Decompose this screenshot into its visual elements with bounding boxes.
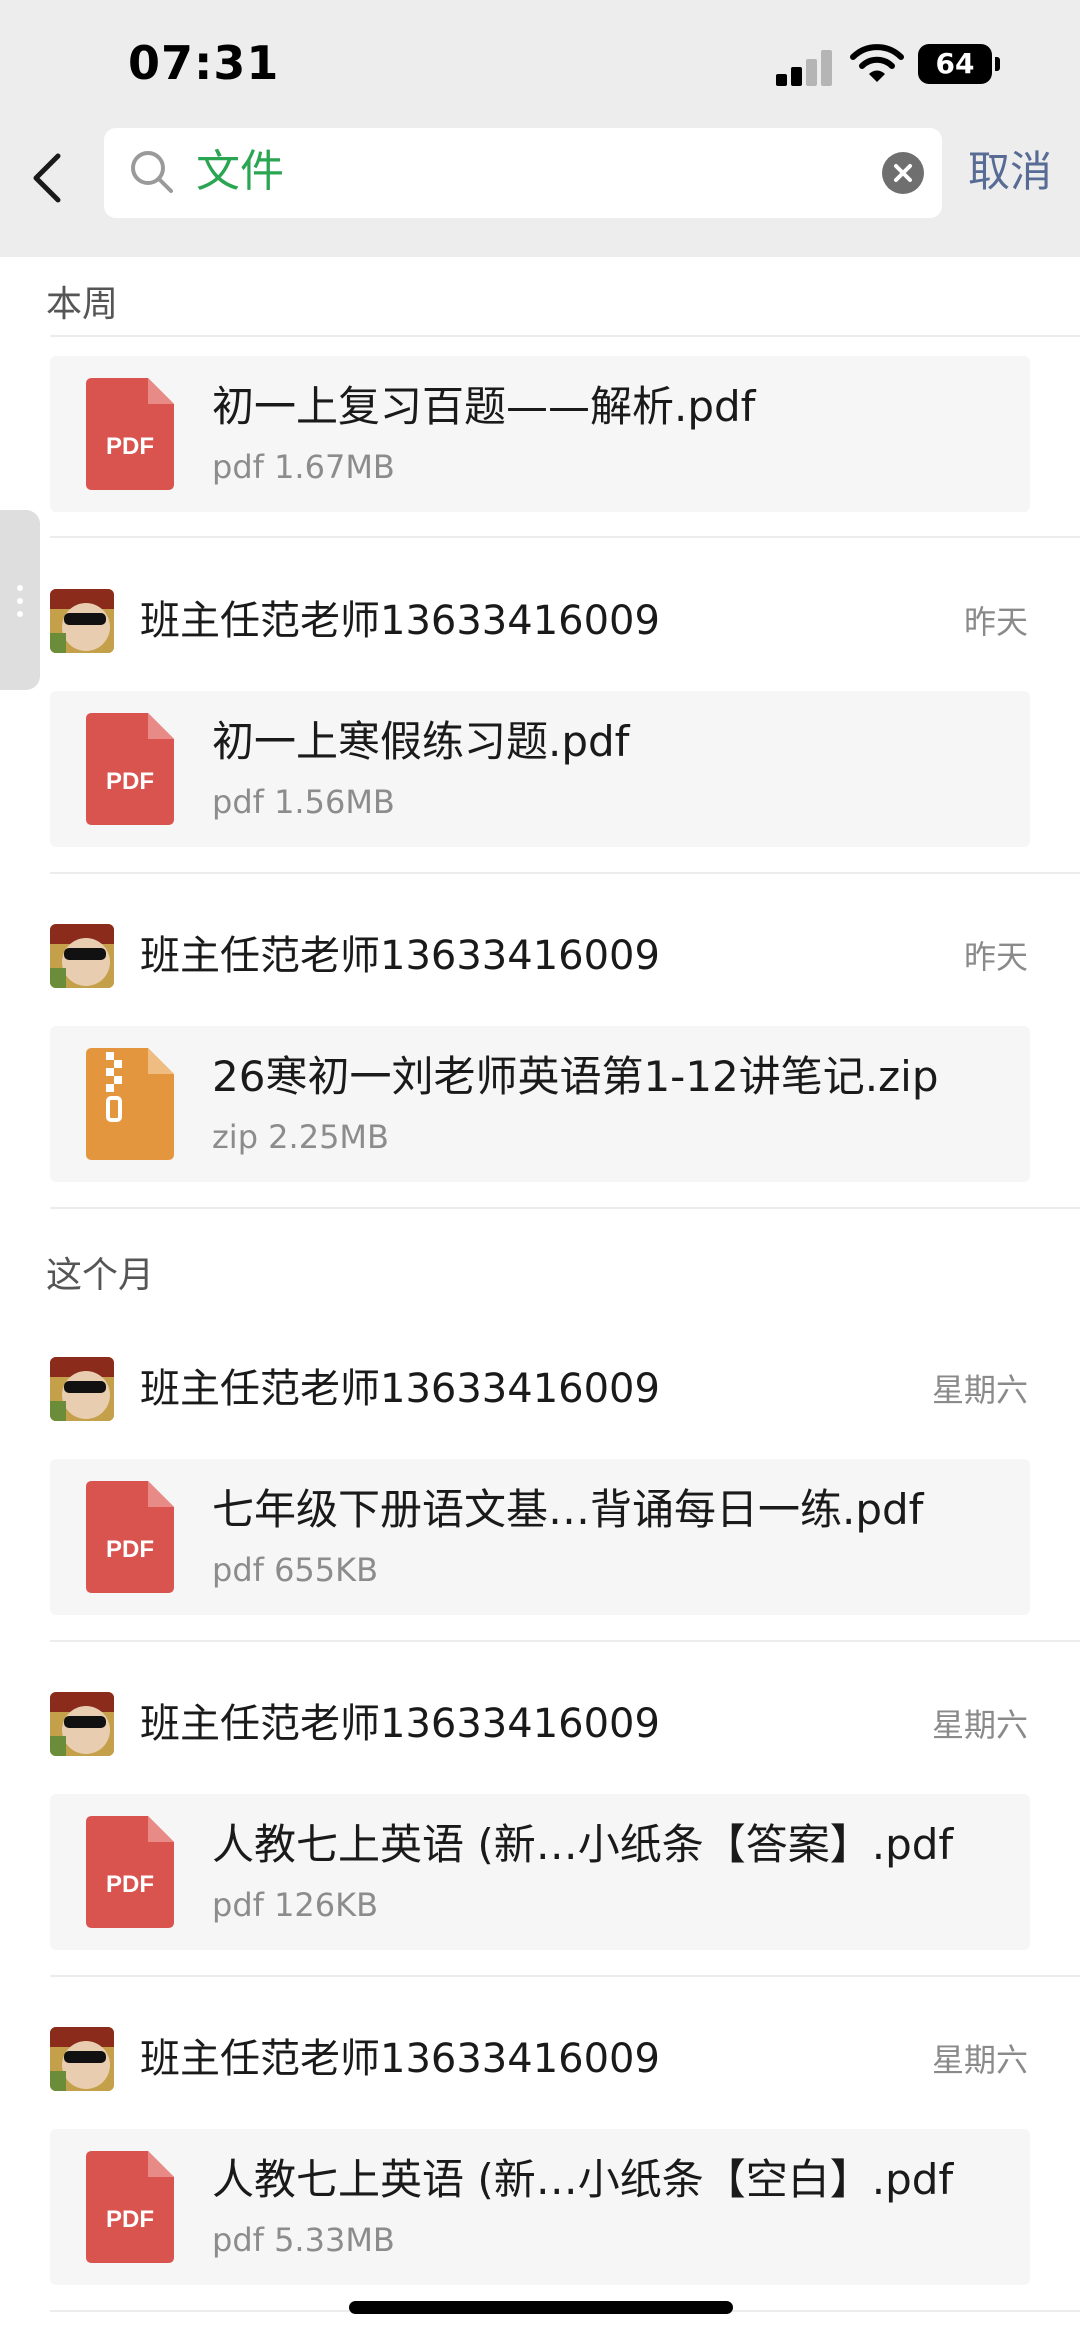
sender-name: 班主任范老师13633416009 xyxy=(140,933,660,979)
sender-time: 星期六 xyxy=(931,1706,1028,1744)
divider xyxy=(50,872,1080,874)
side-drawer-handle[interactable] xyxy=(0,510,40,690)
file-name: 人教七上英语 (新…小纸条【答案】.pdf xyxy=(212,1820,954,1869)
sender-time: 昨天 xyxy=(963,938,1028,976)
pdf-file-icon: PDF xyxy=(86,713,174,825)
search-icon xyxy=(131,151,173,193)
file-meta: pdf 1.56MB xyxy=(212,783,395,821)
status-time: 07:31 xyxy=(128,36,280,90)
file-card[interactable]: PDF 初一上寒假练习题.pdf pdf 1.56MB xyxy=(50,691,1030,847)
divider xyxy=(50,1207,1080,1209)
file-name: 初一上复习百题——解析.pdf xyxy=(212,382,756,431)
sender-time: 星期六 xyxy=(931,1371,1028,1409)
sender-row[interactable]: 班主任范老师13633416009 星期六 xyxy=(0,2014,1080,2104)
file-card[interactable]: PDF 初一上复习百题——解析.pdf pdf 1.67MB xyxy=(50,356,1030,512)
file-meta: zip 2.25MB xyxy=(212,1118,389,1156)
chevron-left-icon[interactable] xyxy=(18,142,76,214)
svg-text:PDF: PDF xyxy=(106,1871,154,1898)
sender-name: 班主任范老师13633416009 xyxy=(140,598,660,644)
battery-indicator: 64 xyxy=(918,44,1000,84)
file-card[interactable]: PDF 人教七上英语 (新…小纸条【空白】.pdf pdf 5.33MB xyxy=(50,2129,1030,2285)
file-card[interactable]: PDF 七年级下册语文基…背诵每日一练.pdf pdf 655KB xyxy=(50,1459,1030,1615)
avatar xyxy=(50,2027,114,2091)
file-meta: pdf 5.33MB xyxy=(212,2221,395,2259)
battery-level: 64 xyxy=(918,44,992,84)
search-query: 文件 xyxy=(196,146,284,197)
svg-text:PDF: PDF xyxy=(106,768,154,795)
sender-name: 班主任范老师13633416009 xyxy=(140,1701,660,1747)
file-name: 七年级下册语文基…背诵每日一练.pdf xyxy=(212,1485,924,1534)
sender-name: 班主任范老师13633416009 xyxy=(140,2036,660,2082)
wifi-icon xyxy=(850,44,904,82)
avatar xyxy=(50,589,114,653)
pdf-file-icon: PDF xyxy=(86,1481,174,1593)
file-card[interactable]: 26寒初一刘老师英语第1-12讲笔记.zip zip 2.25MB xyxy=(50,1026,1030,1182)
search-row: 文件 取消 xyxy=(0,128,1080,228)
file-name: 26寒初一刘老师英语第1-12讲笔记.zip xyxy=(212,1052,939,1101)
avatar xyxy=(50,1692,114,1756)
file-card[interactable]: PDF 人教七上英语 (新…小纸条【答案】.pdf pdf 126KB xyxy=(50,1794,1030,1950)
svg-text:PDF: PDF xyxy=(106,2206,154,2233)
avatar xyxy=(50,924,114,988)
zip-file-icon xyxy=(86,1048,174,1160)
divider xyxy=(50,536,1080,538)
status-bar: 07:31 64 xyxy=(0,0,1080,128)
sender-time: 昨天 xyxy=(963,603,1028,641)
file-meta: pdf 655KB xyxy=(212,1551,379,1589)
sender-row[interactable]: 班主任范老师13633416009 昨天 xyxy=(0,911,1080,1001)
sender-row[interactable]: 班主任范老师13633416009 星期六 xyxy=(0,1344,1080,1434)
divider xyxy=(50,335,1080,337)
pdf-file-icon: PDF xyxy=(86,2151,174,2263)
section-header-label: 这个月 xyxy=(46,1255,155,1296)
home-indicator[interactable] xyxy=(349,2301,733,2314)
section-header-label: 本周 xyxy=(46,284,119,325)
cellular-signal-icon xyxy=(776,50,834,86)
clear-icon[interactable] xyxy=(882,152,924,194)
avatar xyxy=(50,1357,114,1421)
sender-time: 星期六 xyxy=(931,2041,1028,2079)
search-input[interactable]: 文件 xyxy=(104,128,942,218)
sender-name: 班主任范老师13633416009 xyxy=(140,1366,660,1412)
svg-text:PDF: PDF xyxy=(106,1536,154,1563)
divider xyxy=(50,1975,1080,1977)
file-meta: pdf 1.67MB xyxy=(212,448,395,486)
pdf-file-icon: PDF xyxy=(86,1816,174,1928)
cancel-button[interactable]: 取消 xyxy=(968,144,1052,200)
file-meta: pdf 126KB xyxy=(212,1886,379,1924)
svg-text:PDF: PDF xyxy=(106,433,154,460)
section-header-this-week: 本周 xyxy=(0,257,1080,337)
sender-row[interactable]: 班主任范老师13633416009 星期六 xyxy=(0,1679,1080,1769)
section-header-this-month: 这个月 xyxy=(0,1228,1080,1308)
file-name: 人教七上英语 (新…小纸条【空白】.pdf xyxy=(212,2155,954,2204)
sender-row[interactable]: 班主任范老师13633416009 昨天 xyxy=(0,576,1080,666)
file-name: 初一上寒假练习题.pdf xyxy=(212,717,630,766)
pdf-file-icon: PDF xyxy=(86,378,174,490)
divider xyxy=(50,1640,1080,1642)
